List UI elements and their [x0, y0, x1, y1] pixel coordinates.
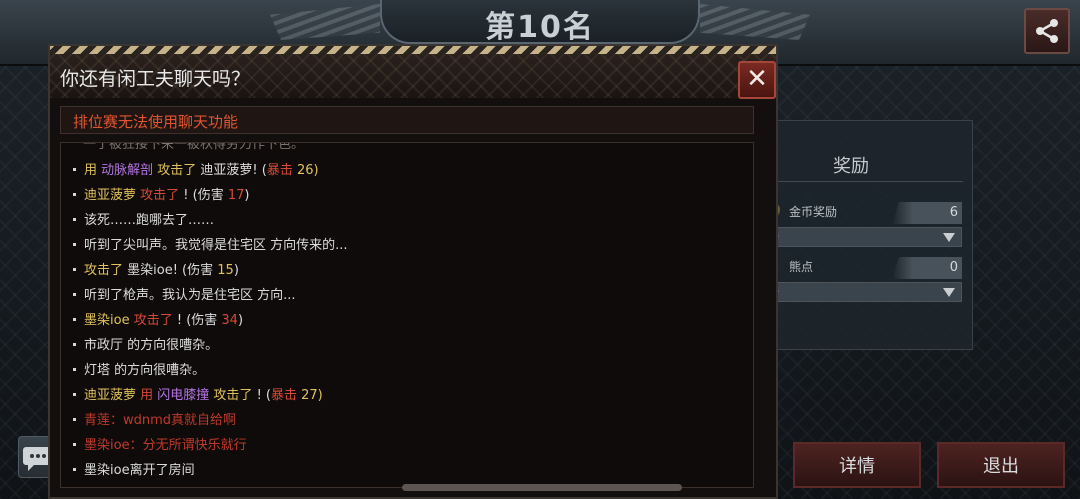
bullet-icon: [73, 342, 76, 346]
log-segment: 15: [217, 263, 234, 278]
close-icon: ✕: [746, 64, 768, 94]
log-segment: 27): [297, 388, 323, 403]
chat-log-line: 青莲：wdnmd真就自给啊: [73, 409, 236, 429]
dialog-header: 你还有闲工夫聊天吗？ ✕: [50, 54, 776, 99]
bear-points-value: 0: [949, 260, 958, 275]
log-segment: 迪亚菠萝: [84, 388, 141, 403]
close-button[interactable]: ✕: [738, 61, 776, 99]
chat-log-line: 灯塔 的方向很嘈杂。: [73, 359, 205, 379]
chat-disabled-notice: 排位赛无法使用聊天功能: [60, 106, 754, 134]
gold-detail-dropdown[interactable]: 情: [764, 227, 962, 247]
cut-off-log-line: 一于被狂接下来一被秋得劳力作下色。: [83, 142, 305, 152]
log-segment: 市政厅 的方向很嘈杂。: [84, 338, 219, 353]
log-segment: 攻击了: [84, 263, 128, 278]
log-segment: 用: [140, 388, 158, 403]
reward-divider: [775, 181, 963, 182]
notice-text: 排位赛无法使用聊天功能: [73, 113, 239, 131]
rank-title: 第10名: [485, 10, 595, 45]
log-segment: 攻击了: [209, 388, 257, 403]
log-segment: 17: [227, 188, 245, 203]
log-segment: 用: [84, 163, 102, 178]
log-segment: 灯塔 的方向很嘈杂。: [84, 363, 206, 378]
reward-title: 奖励: [833, 156, 869, 177]
gold-reward-label: 金币奖励: [789, 205, 838, 219]
chat-log-line: 墨染ioe 攻击了 ! (伤害 34): [73, 309, 243, 329]
log-segment: ! (伤害: [179, 188, 228, 203]
log-segment: 暴击: [270, 388, 297, 403]
log-segment: 攻击了: [153, 163, 201, 178]
bullet-icon: [73, 192, 76, 196]
log-segment: ! (: [256, 388, 271, 403]
bullet-icon: [73, 417, 76, 421]
log-segment: 墨染ioe离开了房间: [84, 463, 195, 478]
gold-value: 6: [949, 205, 958, 220]
share-button[interactable]: [1024, 8, 1070, 54]
bullet-icon: [73, 392, 76, 396]
log-segment: 迪亚菠萝: [84, 188, 141, 203]
log-segment: 听到了枪声。我认为是住宅区 方向...: [84, 288, 296, 303]
details-button[interactable]: 详情: [793, 442, 921, 488]
hazard-stripe: [50, 46, 776, 54]
chat-log-line: 市政厅 的方向很嘈杂。: [73, 334, 218, 354]
chat-log[interactable]: 一于被狂接下来一被秋得劳力作下色。 用 动脉解剖 攻击了 迪亚菠萝! (暴击 2…: [60, 142, 754, 488]
chat-log-line: 墨染ioe：分无所谓快乐就行: [73, 434, 247, 454]
log-segment: 动脉解剖: [101, 163, 154, 178]
chevron-down-icon: [943, 288, 955, 297]
chat-log-line: 墨染ioe离开了房间: [73, 459, 195, 479]
chat-log-line: 迪亚菠萝 攻击了 ! (伤害 17): [73, 184, 249, 204]
chat-log-line: 用 动脉解剖 攻击了 迪亚菠萝! (暴击 26): [73, 159, 319, 179]
chat-log-line: 迪亚菠萝 用 闪电膝撞 攻击了 ! (暴击 27): [73, 384, 323, 404]
log-segment: 墨染ioe: [84, 313, 134, 328]
bear-points-label: 熊点: [789, 260, 814, 274]
log-segment: ! (伤害: [172, 313, 222, 328]
exit-button[interactable]: 退出: [937, 442, 1065, 488]
bullet-icon: [73, 267, 76, 271]
bullet-icon: [73, 292, 76, 296]
log-segment: ): [233, 263, 239, 278]
chat-dialog: 你还有闲工夫聊天吗？ ✕ 排位赛无法使用聊天功能 一于被狂接下来一被秋得劳力作下…: [48, 44, 778, 499]
log-segment: 攻击了: [140, 188, 180, 203]
log-segment: ): [237, 313, 244, 328]
dialog-title: 你还有闲工夫聊天吗？: [60, 68, 251, 90]
bullet-icon: [73, 367, 76, 371]
log-segment: 该死……跑哪去了……: [84, 213, 215, 228]
chevron-down-icon: [943, 233, 955, 242]
log-segment: 攻击了: [133, 313, 173, 328]
chat-log-line: 攻击了 墨染ioe! (伤害 15): [73, 259, 239, 279]
chat-log-line: 听到了尖叫声。我觉得是住宅区 方向传来的...: [73, 234, 348, 254]
bullet-icon: [73, 167, 76, 171]
log-segment: 迪亚菠萝! (: [200, 163, 267, 178]
log-segment: 暴击: [266, 163, 293, 178]
bullet-icon: [73, 467, 76, 471]
log-segment: 闪电膝撞: [157, 388, 210, 403]
log-segment: 听到了尖叫声。我觉得是住宅区 方向传来的...: [84, 238, 348, 253]
bullet-icon: [73, 242, 76, 246]
bear-detail-dropdown[interactable]: 情: [764, 282, 962, 302]
bullet-icon: [73, 442, 76, 446]
share-icon: [1036, 19, 1058, 43]
log-segment: 墨染ioe：分无所谓快乐就行: [84, 438, 247, 453]
log-segment: 34: [221, 313, 238, 328]
bullet-icon: [73, 317, 76, 321]
log-segment: 26): [292, 163, 319, 178]
log-segment: 墨染ioe! (伤害: [127, 263, 218, 278]
chat-log-line: 该死……跑哪去了……: [73, 209, 214, 229]
chat-log-line: 听到了枪声。我认为是住宅区 方向...: [73, 284, 296, 304]
log-segment: 青莲：wdnmd真就自给啊: [84, 413, 237, 428]
log-segment: ): [244, 188, 250, 203]
horizontal-scrollbar[interactable]: [402, 484, 682, 491]
bullet-icon: [73, 217, 76, 221]
